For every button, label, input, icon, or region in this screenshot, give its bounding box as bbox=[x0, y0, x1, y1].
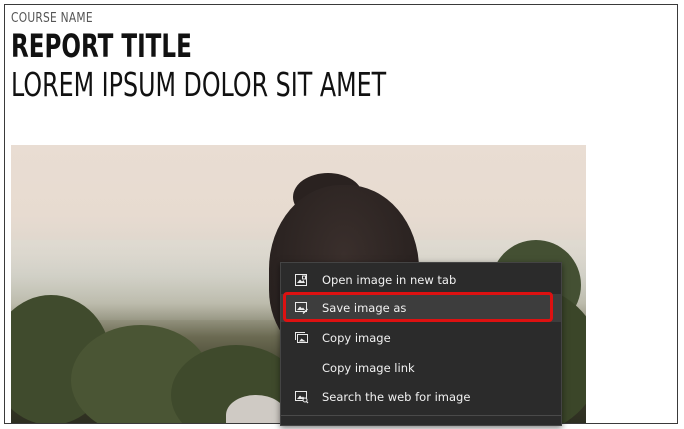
menu-item-label: Copy image bbox=[322, 331, 391, 345]
save-image-highlight-box bbox=[283, 292, 553, 322]
menu-item-search-web-for-image[interactable]: Search the web for image bbox=[281, 383, 561, 411]
image-context-menu: Open image in new tab Save image as Copy… bbox=[280, 262, 562, 426]
menu-item-copy-image[interactable]: Copy image bbox=[281, 324, 561, 352]
search-image-icon bbox=[293, 390, 309, 404]
copy-image-icon bbox=[293, 331, 309, 345]
menu-item-copy-image-link[interactable]: Copy image link bbox=[281, 354, 561, 382]
menu-item-open-new-tab[interactable]: Open image in new tab bbox=[281, 266, 561, 294]
course-name: COURSE NAME bbox=[11, 11, 93, 26]
menu-item-label: Copy image link bbox=[322, 361, 415, 375]
menu-item-label: Search the web for image bbox=[322, 390, 471, 404]
open-in-new-tab-icon bbox=[293, 273, 309, 287]
menu-divider bbox=[281, 415, 561, 416]
report-subtitle: LOREM IPSUM DOLOR SIT AMET bbox=[11, 65, 387, 104]
menu-item-label: Open image in new tab bbox=[322, 273, 457, 287]
report-title: REPORT TITLE bbox=[11, 27, 192, 65]
